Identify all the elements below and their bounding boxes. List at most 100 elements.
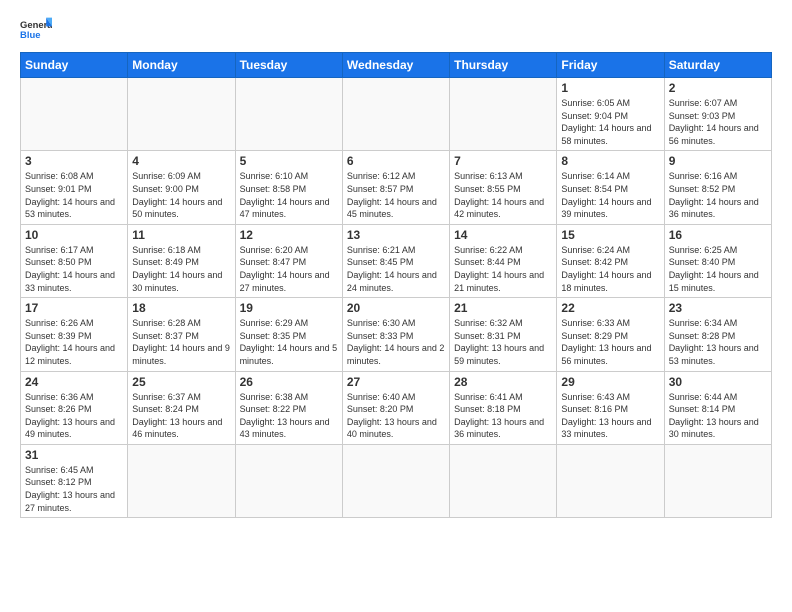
day-cell: 23Sunrise: 6:34 AM Sunset: 8:28 PM Dayli… — [664, 298, 771, 371]
day-number: 1 — [561, 81, 659, 95]
day-cell — [557, 444, 664, 517]
day-info: Sunrise: 6:30 AM Sunset: 8:33 PM Dayligh… — [347, 317, 445, 367]
weekday-saturday: Saturday — [664, 53, 771, 78]
day-number: 13 — [347, 228, 445, 242]
week-row-1: 1 Sunrise: 6:05 AM Sunset: 9:04 PM Daylig… — [21, 78, 772, 151]
day-info: Sunrise: 6:43 AM Sunset: 8:16 PM Dayligh… — [561, 391, 659, 441]
day-info: Sunrise: 6:24 AM Sunset: 8:42 PM Dayligh… — [561, 244, 659, 294]
day-info: Sunrise: 6:09 AM Sunset: 9:00 PM Dayligh… — [132, 170, 230, 220]
day-number: 10 — [25, 228, 123, 242]
day-info: Sunrise: 6:41 AM Sunset: 8:18 PM Dayligh… — [454, 391, 552, 441]
day-cell: 17 Sunrise: 6:26 AM Sunset: 8:39 PM Dayli… — [21, 298, 128, 371]
day-number: 6 — [347, 154, 445, 168]
week-row-5: 24Sunrise: 6:36 AM Sunset: 8:26 PM Dayli… — [21, 371, 772, 444]
day-cell: 14 Sunrise: 6:22 AM Sunset: 8:44 PM Dayli… — [450, 224, 557, 297]
weekday-sunday: Sunday — [21, 53, 128, 78]
day-cell: 16 Sunrise: 6:25 AM Sunset: 8:40 PM Dayli… — [664, 224, 771, 297]
day-number: 29 — [561, 375, 659, 389]
day-number: 7 — [454, 154, 552, 168]
day-cell: 4Sunrise: 6:09 AM Sunset: 9:00 PM Daylig… — [128, 151, 235, 224]
day-number: 5 — [240, 154, 338, 168]
day-cell: 2 Sunrise: 6:07 AM Sunset: 9:03 PM Daylig… — [664, 78, 771, 151]
day-cell: 1 Sunrise: 6:05 AM Sunset: 9:04 PM Daylig… — [557, 78, 664, 151]
day-cell: 20 Sunrise: 6:30 AM Sunset: 8:33 PM Dayli… — [342, 298, 449, 371]
day-info: Sunrise: 6:16 AM Sunset: 8:52 PM Dayligh… — [669, 170, 767, 220]
day-number: 15 — [561, 228, 659, 242]
day-info: Sunrise: 6:34 AM Sunset: 8:28 PM Dayligh… — [669, 317, 767, 367]
day-info: Sunrise: 6:32 AM Sunset: 8:31 PM Dayligh… — [454, 317, 552, 367]
header: General Blue — [20, 16, 772, 44]
weekday-header-row: SundayMondayTuesdayWednesdayThursdayFrid… — [21, 53, 772, 78]
day-cell: 19 Sunrise: 6:29 AM Sunset: 8:35 PM Dayli… — [235, 298, 342, 371]
day-cell: 27Sunrise: 6:40 AM Sunset: 8:20 PM Dayli… — [342, 371, 449, 444]
day-cell — [21, 78, 128, 151]
day-cell — [235, 78, 342, 151]
day-number: 26 — [240, 375, 338, 389]
weekday-monday: Monday — [128, 53, 235, 78]
day-cell: 11Sunrise: 6:18 AM Sunset: 8:49 PM Dayli… — [128, 224, 235, 297]
day-cell: 13Sunrise: 6:21 AM Sunset: 8:45 PM Dayli… — [342, 224, 449, 297]
day-number: 20 — [347, 301, 445, 315]
week-row-2: 3 Sunrise: 6:08 AM Sunset: 9:01 PM Daylig… — [21, 151, 772, 224]
day-info: Sunrise: 6:22 AM Sunset: 8:44 PM Dayligh… — [454, 244, 552, 294]
day-cell: 24Sunrise: 6:36 AM Sunset: 8:26 PM Dayli… — [21, 371, 128, 444]
day-info: Sunrise: 6:45 AM Sunset: 8:12 PM Dayligh… — [25, 464, 123, 514]
day-cell: 28 Sunrise: 6:41 AM Sunset: 8:18 PM Dayli… — [450, 371, 557, 444]
day-cell: 12Sunrise: 6:20 AM Sunset: 8:47 PM Dayli… — [235, 224, 342, 297]
weekday-thursday: Thursday — [450, 53, 557, 78]
day-info: Sunrise: 6:05 AM Sunset: 9:04 PM Dayligh… — [561, 97, 659, 147]
day-info: Sunrise: 6:08 AM Sunset: 9:01 PM Dayligh… — [25, 170, 123, 220]
weekday-tuesday: Tuesday — [235, 53, 342, 78]
day-cell: 25 Sunrise: 6:37 AM Sunset: 8:24 PM Dayli… — [128, 371, 235, 444]
day-info: Sunrise: 6:29 AM Sunset: 8:35 PM Dayligh… — [240, 317, 338, 367]
day-info: Sunrise: 6:25 AM Sunset: 8:40 PM Dayligh… — [669, 244, 767, 294]
day-info: Sunrise: 6:20 AM Sunset: 8:47 PM Dayligh… — [240, 244, 338, 294]
day-info: Sunrise: 6:44 AM Sunset: 8:14 PM Dayligh… — [669, 391, 767, 441]
day-info: Sunrise: 6:13 AM Sunset: 8:55 PM Dayligh… — [454, 170, 552, 220]
logo: General Blue — [20, 16, 52, 44]
day-cell — [342, 444, 449, 517]
day-cell: 10 Sunrise: 6:17 AM Sunset: 8:50 PM Dayli… — [21, 224, 128, 297]
week-row-3: 10 Sunrise: 6:17 AM Sunset: 8:50 PM Dayli… — [21, 224, 772, 297]
day-info: Sunrise: 6:17 AM Sunset: 8:50 PM Dayligh… — [25, 244, 123, 294]
generalblue-icon: General Blue — [20, 16, 52, 44]
day-number: 3 — [25, 154, 123, 168]
day-number: 22 — [561, 301, 659, 315]
day-cell — [128, 444, 235, 517]
day-cell: 26Sunrise: 6:38 AM Sunset: 8:22 PM Dayli… — [235, 371, 342, 444]
day-number: 8 — [561, 154, 659, 168]
day-cell — [342, 78, 449, 151]
day-info: Sunrise: 6:28 AM Sunset: 8:37 PM Dayligh… — [132, 317, 230, 367]
day-number: 24 — [25, 375, 123, 389]
day-number: 14 — [454, 228, 552, 242]
day-cell: 30Sunrise: 6:44 AM Sunset: 8:14 PM Dayli… — [664, 371, 771, 444]
day-number: 28 — [454, 375, 552, 389]
day-cell: 9Sunrise: 6:16 AM Sunset: 8:52 PM Daylig… — [664, 151, 771, 224]
weekday-wednesday: Wednesday — [342, 53, 449, 78]
day-number: 18 — [132, 301, 230, 315]
day-cell — [235, 444, 342, 517]
day-cell: 18 Sunrise: 6:28 AM Sunset: 8:37 PM Dayli… — [128, 298, 235, 371]
day-info: Sunrise: 6:07 AM Sunset: 9:03 PM Dayligh… — [669, 97, 767, 147]
day-info: Sunrise: 6:33 AM Sunset: 8:29 PM Dayligh… — [561, 317, 659, 367]
day-number: 19 — [240, 301, 338, 315]
day-cell: 5 Sunrise: 6:10 AM Sunset: 8:58 PM Daylig… — [235, 151, 342, 224]
day-cell: 15 Sunrise: 6:24 AM Sunset: 8:42 PM Dayli… — [557, 224, 664, 297]
day-number: 21 — [454, 301, 552, 315]
svg-text:Blue: Blue — [20, 30, 40, 41]
day-info: Sunrise: 6:26 AM Sunset: 8:39 PM Dayligh… — [25, 317, 123, 367]
day-cell: 8Sunrise: 6:14 AM Sunset: 8:54 PM Daylig… — [557, 151, 664, 224]
day-number: 16 — [669, 228, 767, 242]
day-info: Sunrise: 6:10 AM Sunset: 8:58 PM Dayligh… — [240, 170, 338, 220]
day-cell — [450, 444, 557, 517]
day-info: Sunrise: 6:37 AM Sunset: 8:24 PM Dayligh… — [132, 391, 230, 441]
day-cell: 21 Sunrise: 6:32 AM Sunset: 8:31 PM Dayli… — [450, 298, 557, 371]
day-number: 25 — [132, 375, 230, 389]
week-row-6: 31 Sunrise: 6:45 AM Sunset: 8:12 PM Dayli… — [21, 444, 772, 517]
calendar-page: General Blue SundayMondayTuesdayWednesda… — [0, 0, 792, 612]
day-number: 11 — [132, 228, 230, 242]
day-number: 31 — [25, 448, 123, 462]
day-number: 17 — [25, 301, 123, 315]
week-row-4: 17 Sunrise: 6:26 AM Sunset: 8:39 PM Dayli… — [21, 298, 772, 371]
day-number: 2 — [669, 81, 767, 95]
